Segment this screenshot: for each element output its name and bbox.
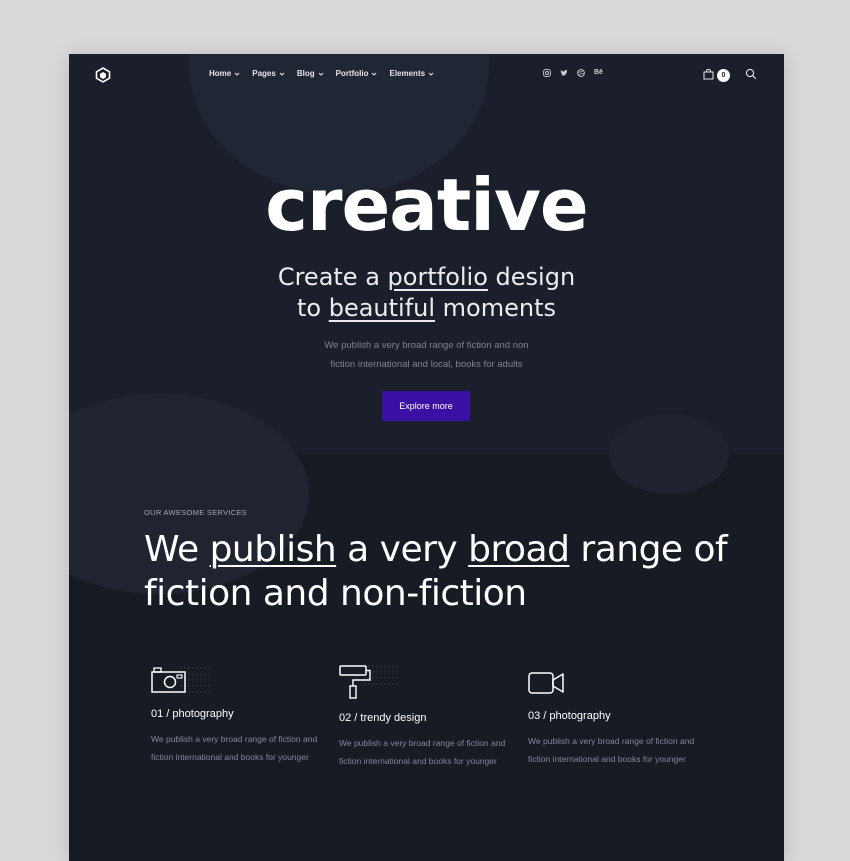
service-title: 02 / trendy design (339, 712, 427, 724)
hero-subtitle-text: design (487, 263, 576, 291)
service-description-line: We publish a very broad range of fiction… (528, 736, 695, 746)
hero-subtitle-line: to beautiful moments (69, 293, 784, 324)
paint-roller-icon (339, 665, 398, 699)
headline-highlight: broad (468, 529, 570, 570)
hero-title: creative (265, 163, 588, 247)
headline-text: a very (336, 529, 469, 570)
main-menu: Home Pages Blog Portfolio Elements (209, 69, 434, 78)
service-title: 01 / photography (151, 708, 234, 720)
hero-subtitle-highlight: beautiful (328, 294, 436, 322)
headline-line: fiction and non-fiction (144, 573, 527, 614)
menu-item-pages[interactable]: Pages (252, 69, 285, 78)
menu-item-label: Pages (252, 69, 276, 78)
service-card-photography-video: 03 / photography We publish a very broad… (528, 662, 708, 768)
hero-description: We publish a very broad range of fiction… (69, 336, 784, 374)
hero-subtitle-text: Create a (277, 263, 388, 291)
services-eyebrow: OUR AWESOME SERVICES (144, 508, 248, 517)
hero-subtitle: Create a portfolio design to beautiful m… (69, 262, 784, 324)
page-frame: Home Pages Blog Portfolio Elements Bē 0 … (69, 54, 784, 861)
service-title: 03 / photography (528, 710, 611, 722)
service-description: We publish a very broad range of fiction… (339, 734, 519, 770)
chevron-down-icon (372, 72, 377, 76)
headline-text: range of (569, 529, 728, 570)
service-description-line: fiction international and books for youn… (151, 752, 309, 762)
hero-description-line: We publish a very broad range of fiction… (324, 340, 529, 351)
cart-count-badge: 0 (717, 69, 730, 82)
hero-subtitle-text: to (296, 294, 329, 322)
dribbble-icon[interactable] (577, 69, 585, 77)
chevron-down-icon (279, 72, 285, 76)
camera-icon (151, 667, 210, 693)
headline-line: We publish a very broad range of (144, 528, 744, 572)
video-camera-icon (528, 672, 564, 694)
chevron-down-icon (234, 72, 240, 76)
behance-icon[interactable]: Bē (594, 69, 603, 77)
service-description-line: fiction international and books for youn… (528, 754, 686, 764)
menu-item-home[interactable]: Home (209, 69, 240, 78)
logo-icon[interactable] (95, 67, 111, 83)
chevron-down-icon (428, 72, 434, 76)
twitter-icon[interactable] (560, 69, 568, 77)
service-description: We publish a very broad range of fiction… (528, 732, 708, 768)
menu-item-elements[interactable]: Elements (389, 69, 434, 78)
headline-text: We (144, 529, 210, 570)
menu-item-label: Portfolio (335, 69, 369, 78)
service-description: We publish a very broad range of fiction… (151, 730, 331, 766)
cart-button[interactable]: 0 (703, 67, 733, 83)
chevron-down-icon (318, 72, 323, 76)
hero-subtitle-line: Create a portfolio design (69, 262, 784, 293)
menu-item-portfolio[interactable]: Portfolio (336, 69, 378, 78)
search-icon[interactable] (745, 68, 757, 80)
service-description-line: We publish a very broad range of fiction… (339, 738, 506, 748)
menu-item-label: Elements (389, 69, 426, 78)
top-nav: Home Pages Blog Portfolio Elements Bē 0 (69, 54, 784, 96)
headline-highlight: publish (209, 529, 337, 570)
menu-item-blog[interactable]: Blog (297, 69, 324, 78)
menu-item-label: Blog (296, 69, 315, 78)
explore-more-button[interactable]: Explore more (382, 391, 470, 421)
menu-item-label: Home (209, 69, 232, 78)
service-description-line: fiction international and books for youn… (339, 756, 497, 766)
hero-shape (609, 414, 729, 494)
hero-description-line: fiction international and local, books f… (330, 359, 523, 370)
shopping-bag-icon (703, 68, 714, 80)
service-card-trendy-design: 02 / trendy design We publish a very bro… (339, 662, 519, 770)
service-description-line: We publish a very broad range of fiction… (151, 734, 318, 744)
hero-subtitle-text: moments (435, 294, 557, 322)
hero-subtitle-highlight: portfolio (387, 263, 488, 291)
social-links: Bē (543, 69, 603, 77)
service-card-photography: 01 / photography We publish a very broad… (151, 662, 331, 766)
services-headline: We publish a very broad range of fiction… (144, 528, 744, 616)
instagram-icon[interactable] (543, 69, 551, 77)
